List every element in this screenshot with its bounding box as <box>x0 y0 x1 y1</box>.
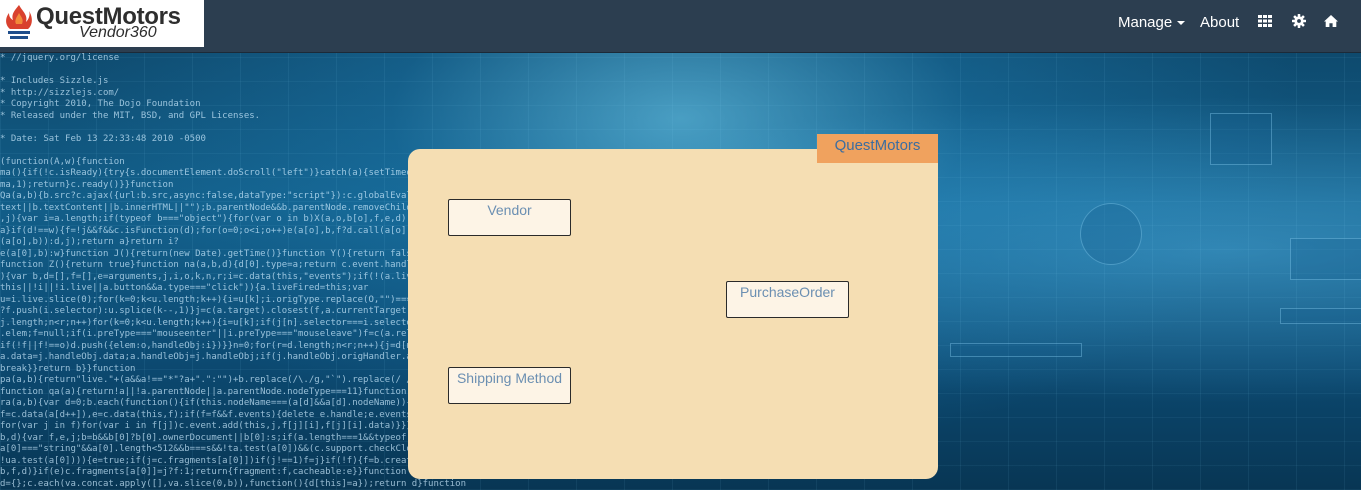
about-link-label: About <box>1200 14 1240 31</box>
background-hud-panel <box>950 343 1082 357</box>
background-hud-panel <box>1080 203 1142 265</box>
background-hud-panel <box>1210 113 1272 165</box>
panel-tag: QuestMotors <box>817 134 938 163</box>
background-hud-panel <box>1290 238 1361 280</box>
entity-purchase-order[interactable]: PurchaseOrder <box>726 281 849 318</box>
grid-icon[interactable] <box>1258 14 1272 28</box>
manage-menu[interactable]: Manage <box>1118 0 1186 45</box>
entity-vendor[interactable]: Vendor <box>448 199 571 236</box>
navbar: QuestMotors Vendor360 Manage About <box>0 0 1361 53</box>
brand-product: Vendor360 <box>79 24 157 41</box>
home-icon[interactable] <box>1324 14 1338 28</box>
manage-menu-label: Manage <box>1118 14 1173 31</box>
background-hud-panel <box>1280 308 1361 324</box>
flame-icon <box>6 5 32 39</box>
brand-logo[interactable]: QuestMotors Vendor360 <box>0 0 204 47</box>
entity-shipping-method[interactable]: Shipping Method <box>448 367 571 404</box>
diagram-panel: QuestMotors Vendor PurchaseOrder Shippin… <box>408 134 938 479</box>
about-link[interactable]: About <box>1200 0 1239 45</box>
caret-down-icon <box>1177 21 1186 26</box>
gear-icon[interactable] <box>1292 14 1306 28</box>
